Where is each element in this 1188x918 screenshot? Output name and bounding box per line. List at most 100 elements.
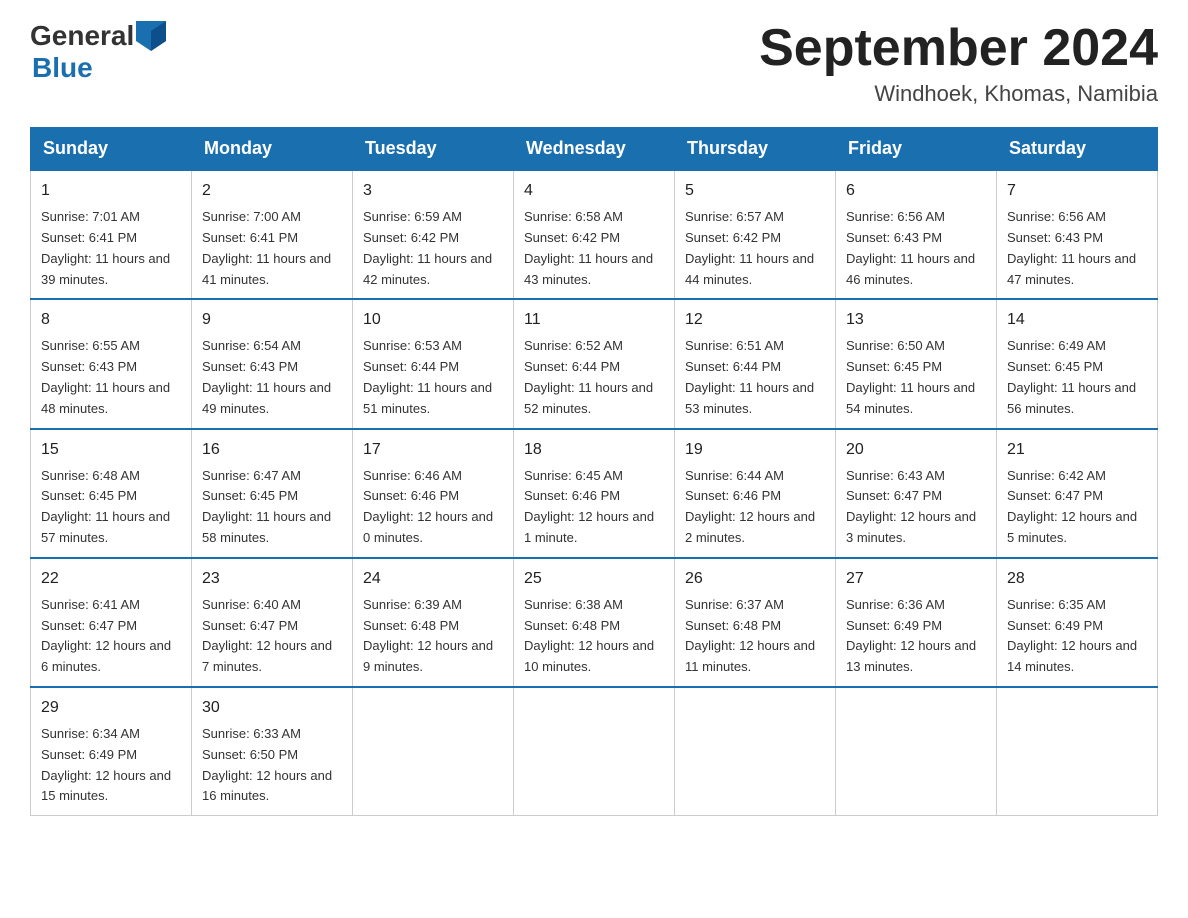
logo-blue: Blue [32, 52, 93, 84]
calendar-cell: 29Sunrise: 6:34 AMSunset: 6:49 PMDayligh… [31, 687, 192, 816]
day-number: 4 [524, 179, 664, 203]
col-header-saturday: Saturday [997, 128, 1158, 171]
day-info: Sunrise: 6:43 AMSunset: 6:47 PMDaylight:… [846, 466, 986, 549]
day-number: 14 [1007, 308, 1147, 332]
day-number: 9 [202, 308, 342, 332]
day-number: 6 [846, 179, 986, 203]
calendar-cell: 9Sunrise: 6:54 AMSunset: 6:43 PMDaylight… [192, 299, 353, 428]
calendar-cell: 16 Sunrise: 6:47 AMSunset: 6:45 PMDayligh… [192, 429, 353, 558]
day-number: 17 [363, 438, 503, 462]
calendar-week-1: 1Sunrise: 7:01 AMSunset: 6:41 PMDaylight… [31, 170, 1158, 299]
calendar-cell: 30 Sunrise: 6:33 AMSunset: 6:50 PMDayligh… [192, 687, 353, 816]
calendar-cell: 1Sunrise: 7:01 AMSunset: 6:41 PMDaylight… [31, 170, 192, 299]
day-number: 8 [41, 308, 181, 332]
col-header-thursday: Thursday [675, 128, 836, 171]
calendar-cell: 18Sunrise: 6:45 AMSunset: 6:46 PMDayligh… [514, 429, 675, 558]
day-number: 18 [524, 438, 664, 462]
calendar-cell: 11 Sunrise: 6:52 AMSunset: 6:44 PMDayligh… [514, 299, 675, 428]
day-info: Sunrise: 6:44 AMSunset: 6:46 PMDaylight:… [685, 466, 825, 549]
day-number: 30 [202, 696, 342, 720]
day-info: Sunrise: 6:53 AMSunset: 6:44 PMDaylight:… [363, 336, 503, 419]
col-header-friday: Friday [836, 128, 997, 171]
day-number: 21 [1007, 438, 1147, 462]
day-info: Sunrise: 6:33 AMSunset: 6:50 PMDaylight:… [202, 724, 342, 807]
calendar-cell: 12 Sunrise: 6:51 AMSunset: 6:44 PMDayligh… [675, 299, 836, 428]
day-number: 28 [1007, 567, 1147, 591]
calendar-cell: 21 Sunrise: 6:42 AMSunset: 6:47 PMDayligh… [997, 429, 1158, 558]
day-info: Sunrise: 6:57 AMSunset: 6:42 PMDaylight:… [685, 207, 825, 290]
day-number: 24 [363, 567, 503, 591]
calendar-cell: 24 Sunrise: 6:39 AMSunset: 6:48 PMDayligh… [353, 558, 514, 687]
day-info: Sunrise: 6:51 AMSunset: 6:44 PMDaylight:… [685, 336, 825, 419]
col-header-sunday: Sunday [31, 128, 192, 171]
calendar-cell: 13Sunrise: 6:50 AMSunset: 6:45 PMDayligh… [836, 299, 997, 428]
day-info: Sunrise: 6:40 AMSunset: 6:47 PMDaylight:… [202, 595, 342, 678]
calendar-cell [514, 687, 675, 816]
day-number: 7 [1007, 179, 1147, 203]
day-number: 23 [202, 567, 342, 591]
col-header-tuesday: Tuesday [353, 128, 514, 171]
day-info: Sunrise: 6:49 AMSunset: 6:45 PMDaylight:… [1007, 336, 1147, 419]
calendar-cell: 19 Sunrise: 6:44 AMSunset: 6:46 PMDayligh… [675, 429, 836, 558]
day-info: Sunrise: 6:39 AMSunset: 6:48 PMDaylight:… [363, 595, 503, 678]
day-info: Sunrise: 6:55 AMSunset: 6:43 PMDaylight:… [41, 336, 181, 419]
calendar-cell: 23 Sunrise: 6:40 AMSunset: 6:47 PMDayligh… [192, 558, 353, 687]
calendar-week-2: 8 Sunrise: 6:55 AMSunset: 6:43 PMDaylight… [31, 299, 1158, 428]
calendar-cell: 4 Sunrise: 6:58 AMSunset: 6:42 PMDaylight… [514, 170, 675, 299]
day-info: Sunrise: 6:41 AMSunset: 6:47 PMDaylight:… [41, 595, 181, 678]
calendar-cell [997, 687, 1158, 816]
day-info: Sunrise: 6:38 AMSunset: 6:48 PMDaylight:… [524, 595, 664, 678]
calendar-cell: 27 Sunrise: 6:36 AMSunset: 6:49 PMDayligh… [836, 558, 997, 687]
logo: General Blue [30, 20, 166, 84]
day-info: Sunrise: 6:52 AMSunset: 6:44 PMDaylight:… [524, 336, 664, 419]
month-title: September 2024 [759, 20, 1158, 77]
day-info: Sunrise: 6:46 AMSunset: 6:46 PMDaylight:… [363, 466, 503, 549]
calendar-week-4: 22Sunrise: 6:41 AMSunset: 6:47 PMDayligh… [31, 558, 1158, 687]
day-number: 11 [524, 308, 664, 332]
day-info: Sunrise: 6:36 AMSunset: 6:49 PMDaylight:… [846, 595, 986, 678]
day-number: 20 [846, 438, 986, 462]
day-info: Sunrise: 6:42 AMSunset: 6:47 PMDaylight:… [1007, 466, 1147, 549]
calendar-cell: 3Sunrise: 6:59 AMSunset: 6:42 PMDaylight… [353, 170, 514, 299]
day-info: Sunrise: 6:48 AMSunset: 6:45 PMDaylight:… [41, 466, 181, 549]
day-number: 19 [685, 438, 825, 462]
calendar-cell: 5 Sunrise: 6:57 AMSunset: 6:42 PMDaylight… [675, 170, 836, 299]
title-section: September 2024 Windhoek, Khomas, Namibia [759, 20, 1158, 107]
day-info: Sunrise: 7:01 AMSunset: 6:41 PMDaylight:… [41, 207, 181, 290]
col-header-monday: Monday [192, 128, 353, 171]
calendar-table: SundayMondayTuesdayWednesdayThursdayFrid… [30, 127, 1158, 816]
day-info: Sunrise: 6:34 AMSunset: 6:49 PMDaylight:… [41, 724, 181, 807]
calendar-cell: 6Sunrise: 6:56 AMSunset: 6:43 PMDaylight… [836, 170, 997, 299]
logo-general: General [30, 20, 134, 52]
calendar-cell: 14 Sunrise: 6:49 AMSunset: 6:45 PMDayligh… [997, 299, 1158, 428]
day-info: Sunrise: 6:56 AMSunset: 6:43 PMDaylight:… [1007, 207, 1147, 290]
day-number: 5 [685, 179, 825, 203]
calendar-cell: 22Sunrise: 6:41 AMSunset: 6:47 PMDayligh… [31, 558, 192, 687]
calendar-week-5: 29Sunrise: 6:34 AMSunset: 6:49 PMDayligh… [31, 687, 1158, 816]
calendar-cell: 10 Sunrise: 6:53 AMSunset: 6:44 PMDayligh… [353, 299, 514, 428]
day-number: 10 [363, 308, 503, 332]
location: Windhoek, Khomas, Namibia [759, 81, 1158, 107]
calendar-cell: 28 Sunrise: 6:35 AMSunset: 6:49 PMDayligh… [997, 558, 1158, 687]
calendar-cell: 25 Sunrise: 6:38 AMSunset: 6:48 PMDayligh… [514, 558, 675, 687]
page-header: General Blue September 2024 Windhoek, Kh… [30, 20, 1158, 107]
day-number: 26 [685, 567, 825, 591]
day-info: Sunrise: 6:59 AMSunset: 6:42 PMDaylight:… [363, 207, 503, 290]
day-info: Sunrise: 6:35 AMSunset: 6:49 PMDaylight:… [1007, 595, 1147, 678]
col-header-wednesday: Wednesday [514, 128, 675, 171]
day-number: 25 [524, 567, 664, 591]
calendar-cell: 17 Sunrise: 6:46 AMSunset: 6:46 PMDayligh… [353, 429, 514, 558]
calendar-header-row: SundayMondayTuesdayWednesdayThursdayFrid… [31, 128, 1158, 171]
day-number: 2 [202, 179, 342, 203]
logo-icon [136, 21, 166, 51]
day-number: 27 [846, 567, 986, 591]
calendar-cell: 7 Sunrise: 6:56 AMSunset: 6:43 PMDaylight… [997, 170, 1158, 299]
day-number: 15 [41, 438, 181, 462]
calendar-cell: 8 Sunrise: 6:55 AMSunset: 6:43 PMDaylight… [31, 299, 192, 428]
calendar-cell [353, 687, 514, 816]
day-info: Sunrise: 6:58 AMSunset: 6:42 PMDaylight:… [524, 207, 664, 290]
day-number: 12 [685, 308, 825, 332]
day-info: Sunrise: 6:47 AMSunset: 6:45 PMDaylight:… [202, 466, 342, 549]
calendar-cell [675, 687, 836, 816]
day-number: 16 [202, 438, 342, 462]
